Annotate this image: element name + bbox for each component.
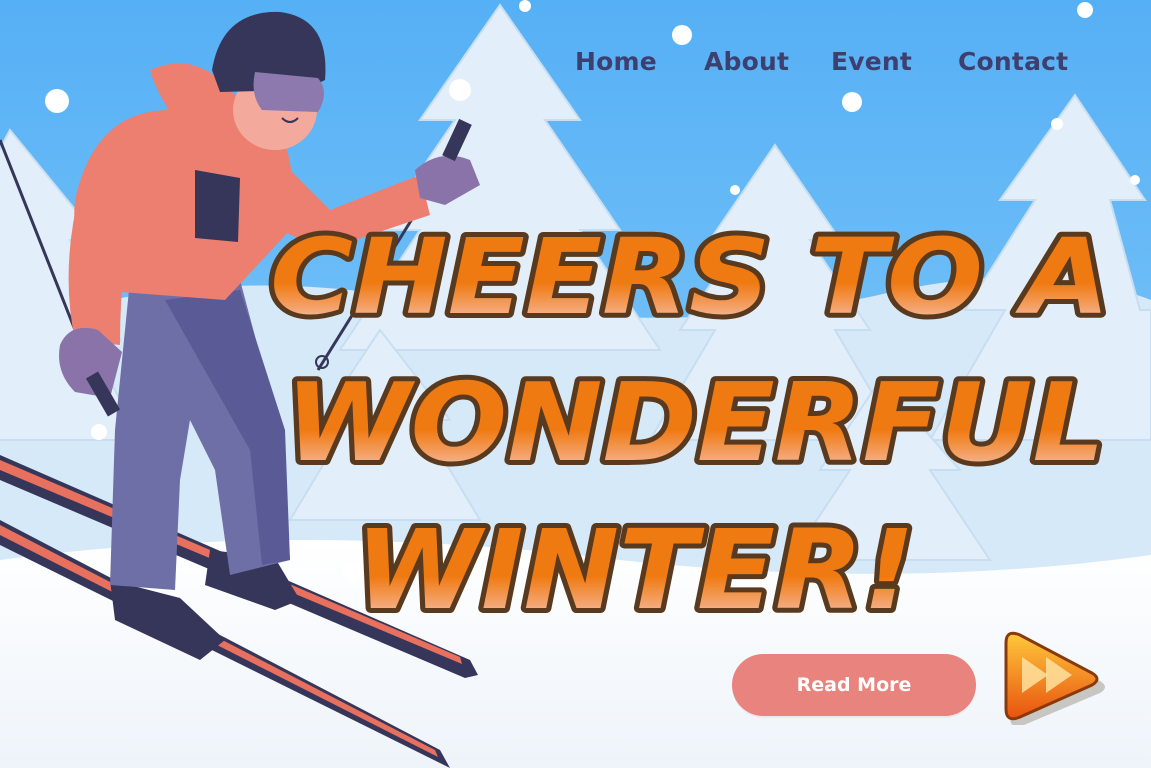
main-nav: Home About Event Contact bbox=[575, 47, 1095, 87]
nav-about-link[interactable]: About bbox=[704, 47, 789, 76]
hero-headline: CHEERS TO A WONDERFUL WINTER! bbox=[265, 211, 1115, 628]
nav-home-link[interactable]: Home bbox=[575, 47, 657, 76]
read-more-button[interactable]: Read More bbox=[732, 654, 976, 716]
double-chevron-right-icon[interactable] bbox=[996, 625, 1108, 725]
headline-line-3: WINTER! bbox=[355, 506, 915, 628]
nav-event-link[interactable]: Event bbox=[831, 47, 912, 76]
nav-contact-link[interactable]: Contact bbox=[958, 47, 1068, 76]
headline-line-1: CHEERS TO A bbox=[270, 216, 1110, 338]
headline-line-2: WONDERFUL bbox=[285, 361, 1105, 486]
